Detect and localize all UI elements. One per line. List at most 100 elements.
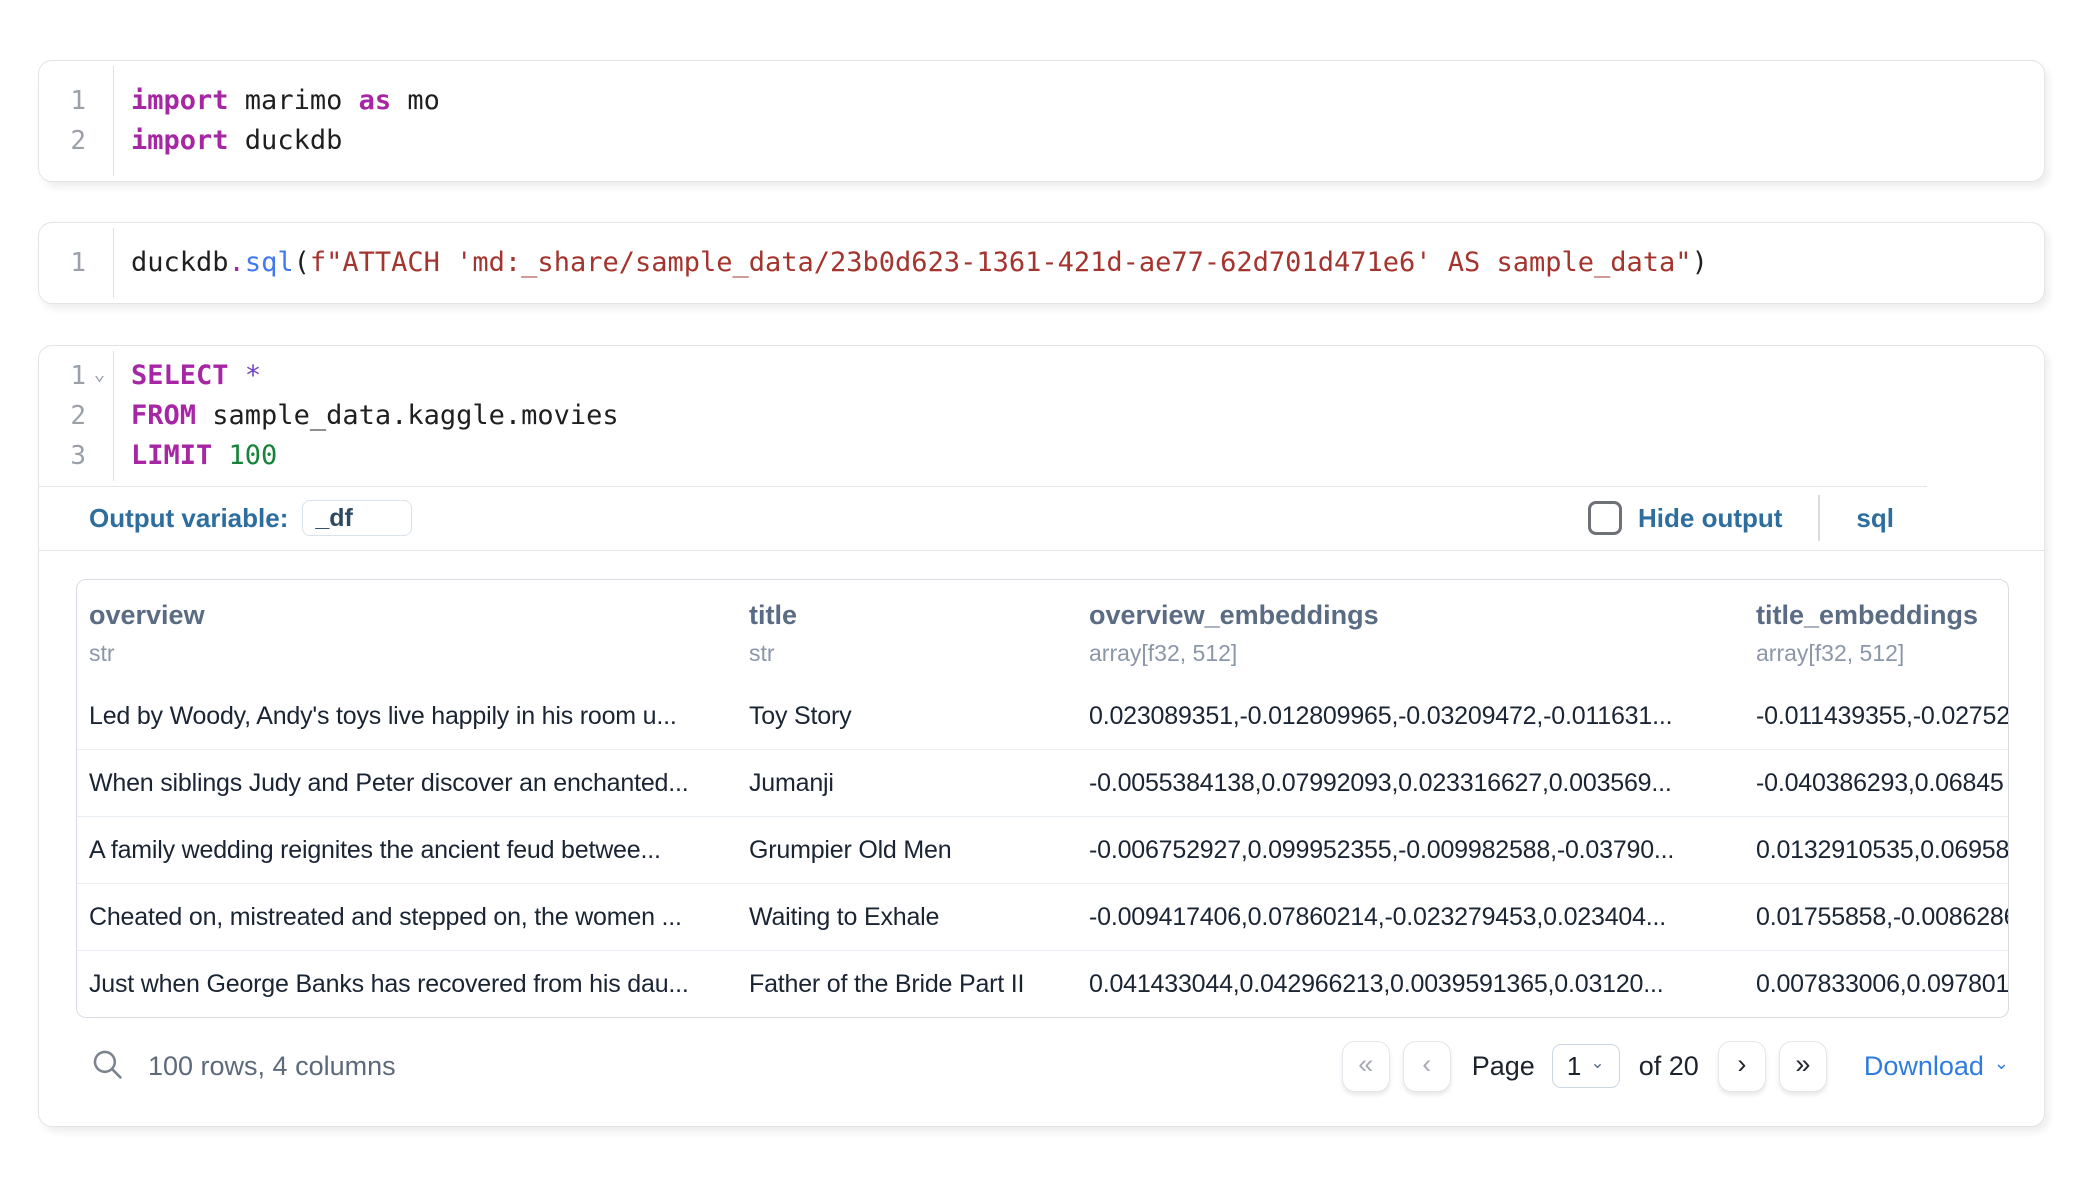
code-token: 100: [229, 440, 278, 471]
table-cell: Grumpier Old Men: [737, 836, 1077, 865]
output-variable-label: Output variable:: [89, 503, 288, 534]
page-total: of 20: [1639, 1051, 1699, 1082]
table-cell: -0.009417406,0.07860214,-0.023279453,0.0…: [1077, 903, 1744, 932]
table-cell: Just when George Banks has recovered fro…: [77, 970, 737, 999]
table-row: Led by Woody, Andy's toys live happily i…: [77, 683, 2008, 749]
code-editor[interactable]: 1 import marimo as mo 2 import duckdb: [39, 61, 2044, 181]
table-cell: Father of the Bride Part II: [737, 970, 1077, 999]
pagination: « ‹ Page 1 ⌄ of 20 › » Download ⌄: [1342, 1041, 2009, 1092]
column-name: overview: [89, 600, 725, 631]
first-page-button[interactable]: «: [1342, 1041, 1390, 1092]
column-name: title_embeddings: [1756, 600, 1996, 631]
table-cell: 0.007833006,0.097801: [1744, 970, 2008, 999]
code-token: duckdb: [131, 247, 229, 278]
code-line: 2FROM sample_data.kaggle.movies: [39, 396, 2044, 436]
table-cell: -0.011439355,-0.02752: [1744, 702, 2008, 731]
line-number: 2: [39, 121, 86, 161]
line-number: 2: [39, 396, 86, 436]
result-table: overview str title str overview_embeddingsar…: [76, 579, 2009, 1018]
code-token: import: [131, 85, 229, 116]
code-token: marimo: [229, 85, 359, 116]
code-token: sql: [245, 247, 294, 278]
column-header-title_embeddings[interactable]: title_embeddings array[f32, 512]: [1744, 600, 2008, 667]
code-line: 1⌄SELECT *: [39, 356, 2044, 396]
table-cell: Toy Story: [737, 702, 1077, 731]
cell-footer: Output variable: Hide output sql: [39, 486, 2044, 551]
column-type: array[f32, 512]: [1756, 640, 1996, 667]
code-text: import marimo as mo: [131, 81, 440, 121]
code-text: import duckdb: [131, 121, 342, 161]
double-chevron-left-icon: «: [1358, 1049, 1373, 1080]
cell-output: overview str title str overview_embeddingsar…: [39, 551, 2044, 1098]
chevron-left-icon: ‹: [1422, 1049, 1431, 1080]
code-text: duckdb.sql(f"ATTACH 'md:_share/sample_da…: [131, 243, 1708, 283]
table-cell: -0.006752927,0.099952355,-0.009982588,-0…: [1077, 836, 1744, 865]
hide-output-checkbox[interactable]: [1588, 501, 1622, 535]
code-token: import: [131, 125, 229, 156]
column-header-overview_embeddings[interactable]: overview_embeddingsarray[f32, 512]: [1077, 600, 1744, 667]
code-editor[interactable]: 1⌄SELECT *2FROM sample_data.kaggle.movie…: [39, 346, 2044, 486]
hide-output-label[interactable]: Hide output: [1638, 503, 1782, 534]
code-token: *: [245, 360, 261, 391]
code-token: f"ATTACH 'md:_share/sample_data/23b0d623…: [310, 247, 1692, 278]
page-select-value: 1: [1567, 1051, 1581, 1082]
column-header-title[interactable]: title str: [737, 600, 1077, 667]
divider: [1818, 495, 1820, 541]
language-badge[interactable]: sql: [1856, 503, 1894, 534]
table-row: Cheated on, mistreated and stepped on, t…: [77, 883, 2008, 950]
table-cell: Waiting to Exhale: [737, 903, 1077, 932]
page-select[interactable]: 1 ⌄: [1552, 1044, 1620, 1088]
table-cell: 0.0132910535,0.06958: [1744, 836, 2008, 865]
column-name: title: [749, 600, 1065, 631]
fold-caret-icon[interactable]: ⌄: [86, 354, 113, 394]
table-toolbar-left: 100 rows, 4 columns: [76, 1047, 396, 1086]
code-line: 3 LIMIT 100: [39, 436, 2044, 476]
code-token: LIMIT: [131, 440, 212, 471]
double-chevron-right-icon: »: [1795, 1049, 1810, 1080]
table-toolbar: 100 rows, 4 columns « ‹ Page 1 ⌄ of 20 ›…: [76, 1034, 2009, 1098]
output-variable-input[interactable]: [302, 500, 412, 536]
table-cell: 0.041433044,0.042966213,0.0039591365,0.0…: [1077, 970, 1744, 999]
line-number: 1: [39, 243, 86, 283]
sql-query-cell: 1⌄SELECT *2FROM sample_data.kaggle.movie…: [38, 345, 2045, 1127]
code-token: mo: [391, 85, 440, 116]
table-cell: When siblings Judy and Peter discover an…: [77, 769, 737, 798]
column-type: str: [749, 640, 1065, 667]
column-header-overview[interactable]: overview str: [77, 600, 737, 667]
last-page-button[interactable]: »: [1779, 1041, 1827, 1092]
column-type: str: [89, 640, 725, 667]
table-cell: 0.023089351,-0.012809965,-0.03209472,-0.…: [1077, 702, 1744, 731]
column-type: array[f32, 512]: [1089, 640, 1732, 667]
cell-footer-actions: Hide output sql: [1588, 495, 1894, 541]
table-summary: 100 rows, 4 columns: [148, 1051, 396, 1082]
chevron-right-icon: ›: [1737, 1049, 1746, 1080]
chevron-down-icon: ⌄: [1590, 1053, 1604, 1073]
code-editor[interactable]: 1 duckdb.sql(f"ATTACH 'md:_share/sample_d…: [39, 223, 2044, 303]
code-line: 1 import marimo as mo: [39, 81, 2044, 121]
download-button[interactable]: Download ⌄: [1864, 1051, 2009, 1082]
table-body: Led by Woody, Andy's toys live happily i…: [77, 683, 2008, 1017]
page-label: Page: [1472, 1051, 1535, 1082]
code-token: (: [294, 247, 310, 278]
chevron-down-icon: ⌄: [1994, 1053, 2009, 1074]
table-cell: Cheated on, mistreated and stepped on, t…: [77, 903, 737, 932]
code-token: duckdb: [229, 125, 343, 156]
line-number: 1: [39, 356, 86, 396]
code-token: [229, 360, 245, 391]
next-page-button[interactable]: ›: [1718, 1041, 1766, 1092]
search-icon[interactable]: [90, 1047, 124, 1086]
code-token: sample_data.kaggle.movies: [196, 400, 619, 431]
line-number: 1: [39, 81, 86, 121]
prev-page-button[interactable]: ‹: [1403, 1041, 1451, 1092]
table-cell: -0.040386293,0.06845: [1744, 769, 2008, 798]
table-cell: Jumanji: [737, 769, 1077, 798]
code-token: .: [229, 247, 245, 278]
code-line: 2 import duckdb: [39, 121, 2044, 161]
table-row: Just when George Banks has recovered fro…: [77, 950, 2008, 1017]
table-cell: -0.0055384138,0.07992093,0.023316627,0.0…: [1077, 769, 1744, 798]
table-cell: A family wedding reignites the ancient f…: [77, 836, 737, 865]
table-cell: 0.01755858,-0.0086286: [1744, 903, 2008, 932]
line-number: 3: [39, 436, 86, 476]
code-token: as: [359, 85, 392, 116]
code-line: 1 duckdb.sql(f"ATTACH 'md:_share/sample_d…: [39, 243, 2044, 283]
